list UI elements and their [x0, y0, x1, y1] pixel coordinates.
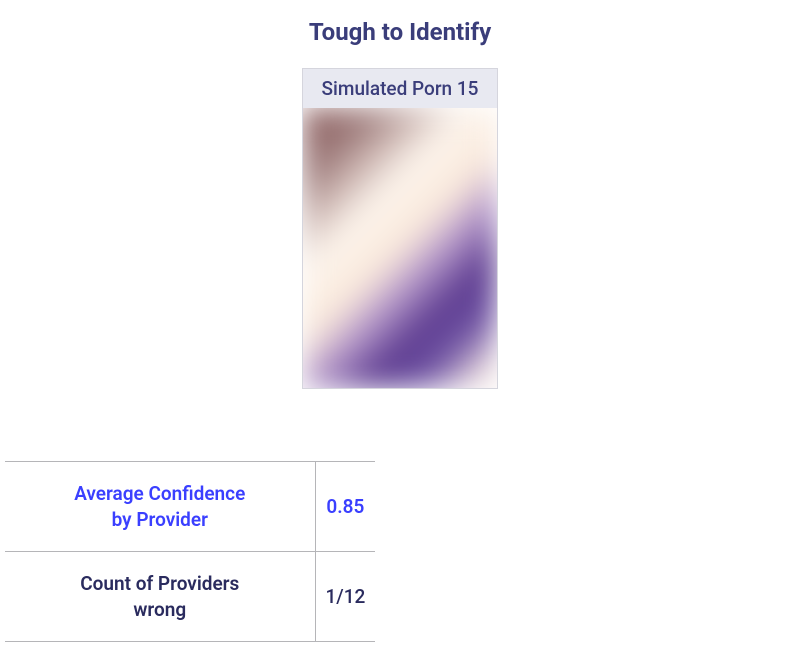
table-row: Count of Providers wrong 1/12 [5, 552, 375, 642]
card-image-blurred [303, 108, 497, 388]
image-card: Simulated Porn 15 [302, 68, 498, 389]
card-image-wrap [303, 108, 497, 388]
metric-value: 0.85 [315, 462, 375, 552]
metric-label-line: by Provider [112, 508, 208, 531]
metric-label-line: wrong [133, 598, 186, 621]
table-row: Average Confidence by Provider 0.85 [5, 462, 375, 552]
metric-label: Average Confidence by Provider [5, 462, 315, 552]
metric-label: Count of Providers wrong [5, 552, 315, 642]
page-title: Tough to Identify [0, 0, 800, 46]
metric-value: 1/12 [315, 552, 375, 642]
metrics-table: Average Confidence by Provider 0.85 Coun… [5, 461, 375, 642]
metric-label-line: Count of Providers [80, 572, 239, 595]
metric-label-line: Average Confidence [74, 482, 245, 505]
card-header: Simulated Porn 15 [303, 69, 497, 108]
